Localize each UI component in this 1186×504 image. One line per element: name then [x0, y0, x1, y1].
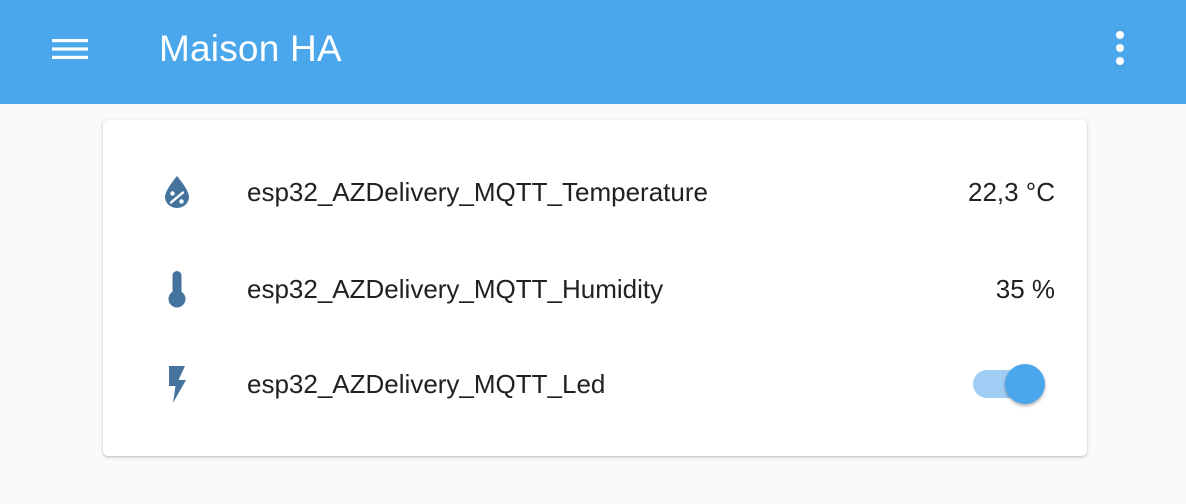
water-percent-icon: [159, 174, 195, 210]
hamburger-menu-icon: [52, 39, 88, 59]
entity-row-temperature[interactable]: esp32_AZDelivery_MQTT_Temperature 22,3 °…: [103, 162, 1087, 222]
flash-icon: [159, 366, 195, 403]
entity-name: esp32_AZDelivery_MQTT_Temperature: [247, 177, 708, 207]
toggle-knob: [1005, 364, 1045, 404]
entity-name: esp32_AZDelivery_MQTT_Humidity: [247, 274, 664, 304]
app-title: Maison HA: [159, 28, 342, 69]
dots-vertical-icon: [1116, 31, 1124, 65]
led-toggle-switch[interactable]: [973, 364, 1047, 404]
entity-row-humidity[interactable]: esp32_AZDelivery_MQTT_Humidity 35 %: [103, 259, 1087, 319]
menu-button[interactable]: [40, 26, 100, 72]
entity-row-led[interactable]: esp32_AZDelivery_MQTT_Led: [103, 354, 1087, 414]
thermometer-icon: [159, 271, 195, 308]
entity-name: esp32_AZDelivery_MQTT_Led: [247, 369, 606, 399]
entity-state: 22,3 °C: [967, 177, 1055, 207]
entity-state: 35 %: [995, 274, 1055, 304]
entities-card: esp32_AZDelivery_MQTT_Temperature 22,3 °…: [103, 120, 1087, 456]
overflow-menu-button[interactable]: [1100, 24, 1140, 72]
app-header: Maison HA: [0, 0, 1186, 104]
